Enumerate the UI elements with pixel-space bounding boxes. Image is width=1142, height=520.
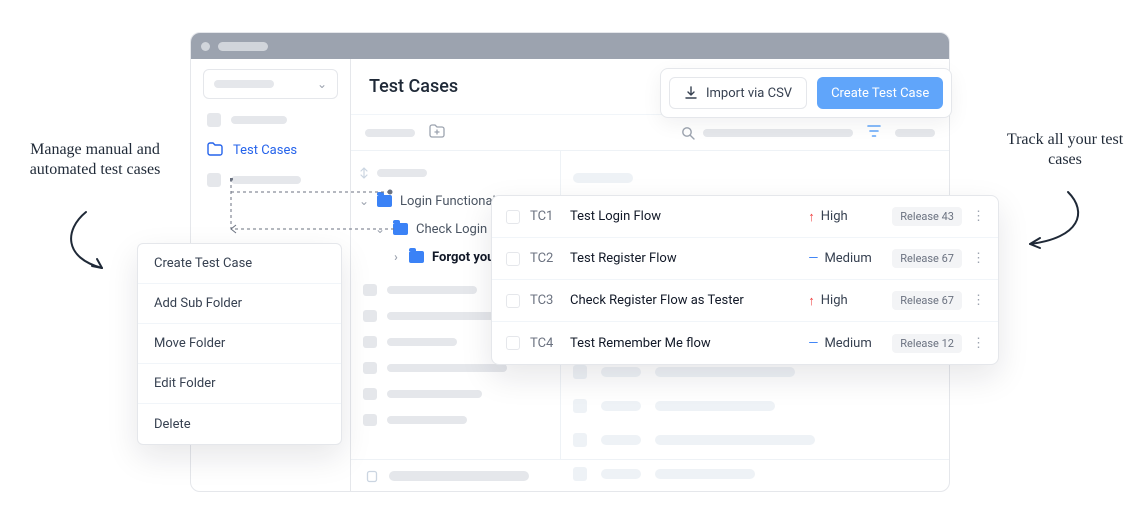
tc-id: TC2 bbox=[530, 251, 570, 266]
folder-context-menu: Create Test Case Add Sub Folder Move Fol… bbox=[137, 243, 342, 445]
ctx-move-folder[interactable]: Move Folder bbox=[138, 324, 341, 364]
code-icon bbox=[207, 173, 221, 187]
chevron-down-icon: ⌄ bbox=[317, 77, 327, 91]
ctx-add-sub-folder[interactable]: Add Sub Folder bbox=[138, 284, 341, 324]
folder-icon bbox=[207, 141, 223, 160]
chevron-right-icon[interactable]: › bbox=[391, 250, 401, 264]
ctx-edit-folder[interactable]: Edit Folder bbox=[138, 364, 341, 404]
create-test-case-button[interactable]: Create Test Case bbox=[817, 77, 943, 109]
window-dot bbox=[201, 42, 210, 51]
annotation-right: Track all your test cases bbox=[1000, 130, 1130, 170]
project-select[interactable]: ⌄ bbox=[203, 69, 338, 99]
row-menu-icon[interactable]: ⋮ bbox=[972, 336, 984, 351]
import-csv-button[interactable]: Import via CSV bbox=[669, 77, 807, 109]
tc-name: Test Login Flow bbox=[570, 209, 808, 224]
tc-name: Test Register Flow bbox=[570, 251, 808, 266]
chart-icon bbox=[207, 113, 221, 127]
placeholder-bar bbox=[377, 169, 427, 177]
row-menu-icon[interactable]: ⋮ bbox=[972, 209, 984, 224]
row-menu-icon[interactable]: ⋮ bbox=[972, 293, 984, 308]
button-label: Create Test Case bbox=[831, 86, 929, 101]
sidebar-item-test-cases[interactable]: Test Cases bbox=[191, 135, 350, 165]
release-badge: Release 67 bbox=[892, 291, 962, 310]
release-badge: Release 67 bbox=[892, 249, 962, 268]
release-badge: Release 43 bbox=[892, 207, 962, 226]
ctx-create-test-case[interactable]: Create Test Case bbox=[138, 244, 341, 284]
button-label: Import via CSV bbox=[706, 86, 792, 101]
table-row[interactable]: TC3 Check Register Flow as Tester ↑High … bbox=[492, 280, 998, 322]
search[interactable] bbox=[681, 126, 853, 140]
placeholder-bar bbox=[214, 80, 274, 88]
placeholder-bar bbox=[218, 42, 268, 51]
bottom-bar bbox=[351, 459, 949, 491]
table-row[interactable]: TC1 Test Login Flow ↑High Release 43 ⋮ bbox=[492, 196, 998, 238]
placeholder-bar bbox=[703, 129, 853, 137]
row-checkbox[interactable] bbox=[506, 336, 520, 350]
header-actions: Import via CSV Create Test Case bbox=[660, 68, 952, 118]
window-titlebar bbox=[191, 33, 949, 59]
new-folder-icon[interactable] bbox=[429, 123, 445, 142]
priority-high: ↑High bbox=[808, 209, 892, 225]
tc-id: TC3 bbox=[530, 293, 570, 308]
sidebar-item-label: Test Cases bbox=[233, 143, 297, 158]
download-icon bbox=[684, 86, 698, 100]
page-title: Test Cases bbox=[369, 76, 458, 97]
row-checkbox[interactable] bbox=[506, 210, 520, 224]
tc-name: Test Remember Me flow bbox=[570, 336, 808, 351]
search-icon bbox=[681, 126, 695, 140]
clipboard-icon bbox=[365, 469, 379, 483]
folder-icon bbox=[409, 251, 424, 263]
tc-id: TC1 bbox=[530, 209, 570, 224]
release-badge: Release 12 bbox=[892, 334, 962, 353]
sidebar-item[interactable] bbox=[191, 105, 350, 135]
tree-label: Check Login bbox=[416, 222, 487, 237]
placeholder-bar bbox=[365, 129, 415, 137]
test-case-table: TC1 Test Login Flow ↑High Release 43 ⋮ T… bbox=[491, 195, 999, 365]
tc-id: TC4 bbox=[530, 336, 570, 351]
placeholder-bar bbox=[231, 116, 287, 124]
priority-high: ↑High bbox=[808, 293, 892, 309]
priority-medium: —Medium bbox=[808, 251, 892, 266]
row-checkbox[interactable] bbox=[506, 294, 520, 308]
table-row[interactable]: TC2 Test Register Flow —Medium Release 6… bbox=[492, 238, 998, 280]
row-checkbox[interactable] bbox=[506, 252, 520, 266]
filter-icon[interactable] bbox=[867, 123, 881, 142]
annotation-connector bbox=[230, 178, 410, 202]
tc-name: Check Register Flow as Tester bbox=[570, 293, 808, 308]
toolbar bbox=[351, 115, 949, 151]
arrow-icon bbox=[56, 210, 136, 284]
table-row[interactable]: TC4 Test Remember Me flow —Medium Releas… bbox=[492, 322, 998, 364]
annotation-left: Manage manual and automated test cases bbox=[10, 140, 180, 180]
priority-medium: —Medium bbox=[808, 336, 892, 351]
row-menu-icon[interactable]: ⋮ bbox=[972, 251, 984, 266]
placeholder-bar bbox=[895, 129, 935, 137]
arrow-icon bbox=[1010, 190, 1090, 264]
placeholder-bar bbox=[389, 471, 529, 481]
ctx-delete[interactable]: Delete bbox=[138, 404, 341, 444]
